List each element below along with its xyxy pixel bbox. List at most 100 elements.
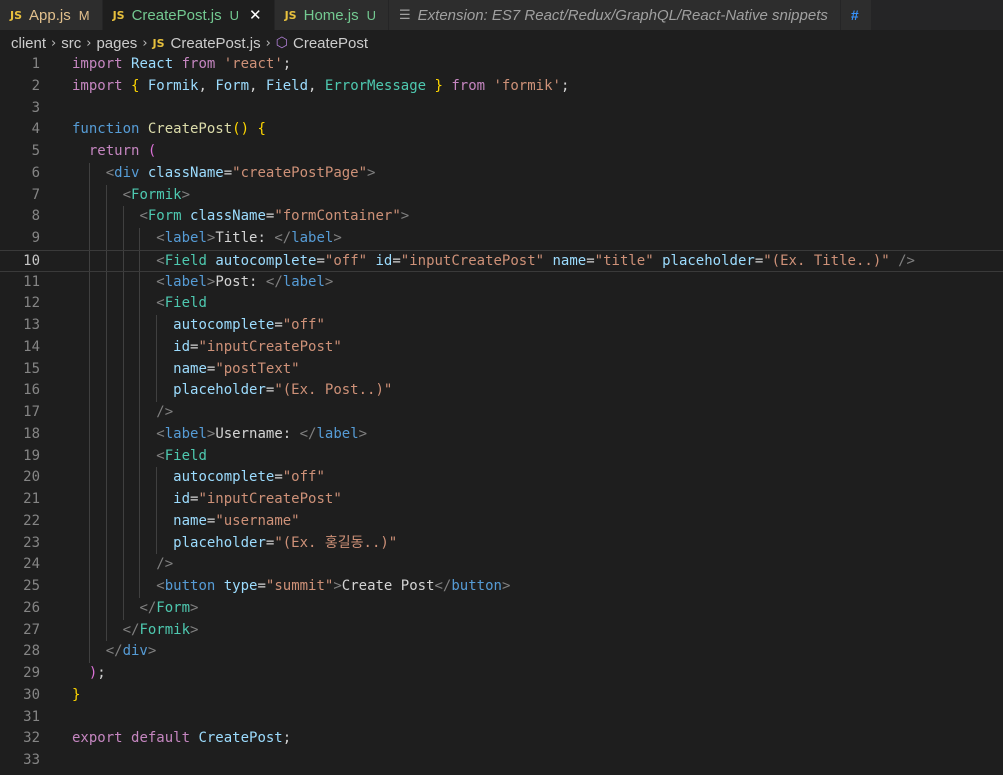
tab-home-js[interactable]: JS Home.js U [274,0,390,30]
code-token: Username: [215,425,300,442]
code-text: </Form> [72,598,198,620]
code-line[interactable]: 22 name="username" [0,510,1003,533]
code-line[interactable]: 18 <label>Username: </label> [0,423,1003,446]
code-token: default [131,730,199,747]
tab-overflow[interactable]: # [840,0,872,30]
line-number: 6 [31,164,40,181]
code-line[interactable]: 17 /> [0,402,1003,424]
code-line[interactable]: 31 [0,707,1003,729]
code-line[interactable]: 23 placeholder="(Ex. 홍길동..)" [0,532,1003,555]
code-line[interactable]: 15 name="postText" [0,358,1003,381]
close-icon[interactable]: ✕ [249,6,262,24]
code-token: ; [560,77,570,94]
code-token: from [181,56,224,72]
code-line[interactable]: 7 <Formik> [0,184,1003,207]
breadcrumb-item-src[interactable]: src [61,35,81,52]
code-line[interactable]: 30} [0,685,1003,707]
tab-extension-preview[interactable]: ☰ Extension: ES7 React/Redux/GraphQL/Rea… [389,0,841,30]
code-token: </ [105,643,123,660]
code-line[interactable]: 9 <label>Title: </label> [0,228,1003,250]
code-line[interactable]: 13 autocomplete="off" [0,315,1003,337]
code-token: = [274,317,283,333]
code-line[interactable]: 24 /> [0,554,1003,576]
line-number: 20 [23,469,40,486]
code-token: label [316,425,359,442]
code-editor[interactable]: 1 import React from 'react'; 2 import { For… [0,54,1003,775]
line-number: 29 [23,665,40,681]
breadcrumb-item-file[interactable]: CreatePost.js [171,35,261,52]
code-line[interactable]: 14 id="inputCreatePost" [0,336,1003,359]
code-line[interactable]: 10 <Field autocomplete="off" id="inputCr… [0,249,1003,272]
code-line[interactable]: 5 return ( [0,141,1003,163]
tab-app-js[interactable]: JS App.js M [0,0,103,30]
chevron-right-icon: › [86,35,92,51]
git-status-badge: U [229,7,240,23]
code-token: "inputCreatePost" [198,338,342,355]
code-line[interactable]: 19 <Field [0,445,1003,468]
code-line[interactable]: 2 import { Formik, Form, Field, ErrorMess… [0,76,1003,98]
code-token: < [156,273,165,290]
code-text: </Formik> [72,620,199,642]
code-token: = [257,578,266,594]
code-token: "(Ex. Post..)" [274,382,393,399]
code-line[interactable]: 28 </div> [0,641,1003,663]
code-line[interactable]: 21 id="inputCreatePost" [0,489,1003,511]
tab-label: CreatePost.js [131,6,222,24]
js-file-icon: JS [10,8,23,22]
code-line[interactable]: 32 export default CreatePost; [0,728,1003,750]
code-token: </ [434,578,452,594]
code-text: <label>Title: </label> [72,228,342,250]
code-token: CreatePost [198,730,283,747]
code-line[interactable]: 29 ); [0,663,1003,685]
line-number: 14 [23,338,40,355]
code-text: <button type="summit">Create Post</butto… [72,576,510,598]
code-token: > [358,425,368,442]
code-line[interactable]: 12 <Field [0,293,1003,315]
code-token: Create Post [341,578,435,594]
code-text: export default CreatePost; [72,728,291,750]
code-token: "off" [324,252,376,269]
code-line[interactable]: 27 </Formik> [0,619,1003,642]
code-token: "(Ex. Title..)" [763,252,899,269]
code-line[interactable]: 33 [0,750,1003,772]
code-token: > [333,230,342,246]
line-number: 19 [23,447,40,464]
breadcrumb-item-symbol[interactable]: CreatePost [293,35,368,52]
code-line[interactable]: 8 <Form className="formContainer"> [0,206,1003,228]
code-line[interactable]: 26 </Form> [0,597,1003,620]
breadcrumb-item-pages[interactable]: pages [96,35,137,52]
code-token: button [164,578,224,594]
code-token: = [223,164,233,181]
code-line[interactable]: 16 placeholder="(Ex. Post..)" [0,380,1003,402]
code-line[interactable]: 3 [0,98,1003,120]
code-token: 'react' [223,56,283,72]
code-token: < [156,252,165,269]
breadcrumb-item-client[interactable]: client [11,35,46,52]
code-token: ( [147,143,157,159]
code-line[interactable]: 1 import React from 'react'; [0,54,1003,76]
tab-createpost-js[interactable]: JS CreatePost.js U ✕ [102,0,275,30]
code-line[interactable]: 4 function CreatePost() { [0,119,1003,141]
code-token: } [434,77,452,94]
code-line[interactable]: 25 <button type="summit">Create Post</bu… [0,576,1003,598]
code-text: /> [72,402,173,424]
line-number: 5 [31,143,40,159]
code-line[interactable]: 6 <div className="createPostPage"> [0,162,1003,185]
code-token: > [190,621,199,638]
code-token: autocomplete [173,469,275,486]
code-line[interactable]: 20 autocomplete="off" [0,467,1003,489]
code-token: 'formik' [493,77,561,94]
code-line[interactable]: 11 <label>Post: </label> [0,271,1003,294]
code-token: "formContainer" [274,208,401,225]
code-token: = [586,252,595,269]
code-token: > [190,599,199,616]
code-token: autocomplete [173,317,275,333]
code-token: "off" [282,469,325,486]
code-token: } [72,686,81,703]
